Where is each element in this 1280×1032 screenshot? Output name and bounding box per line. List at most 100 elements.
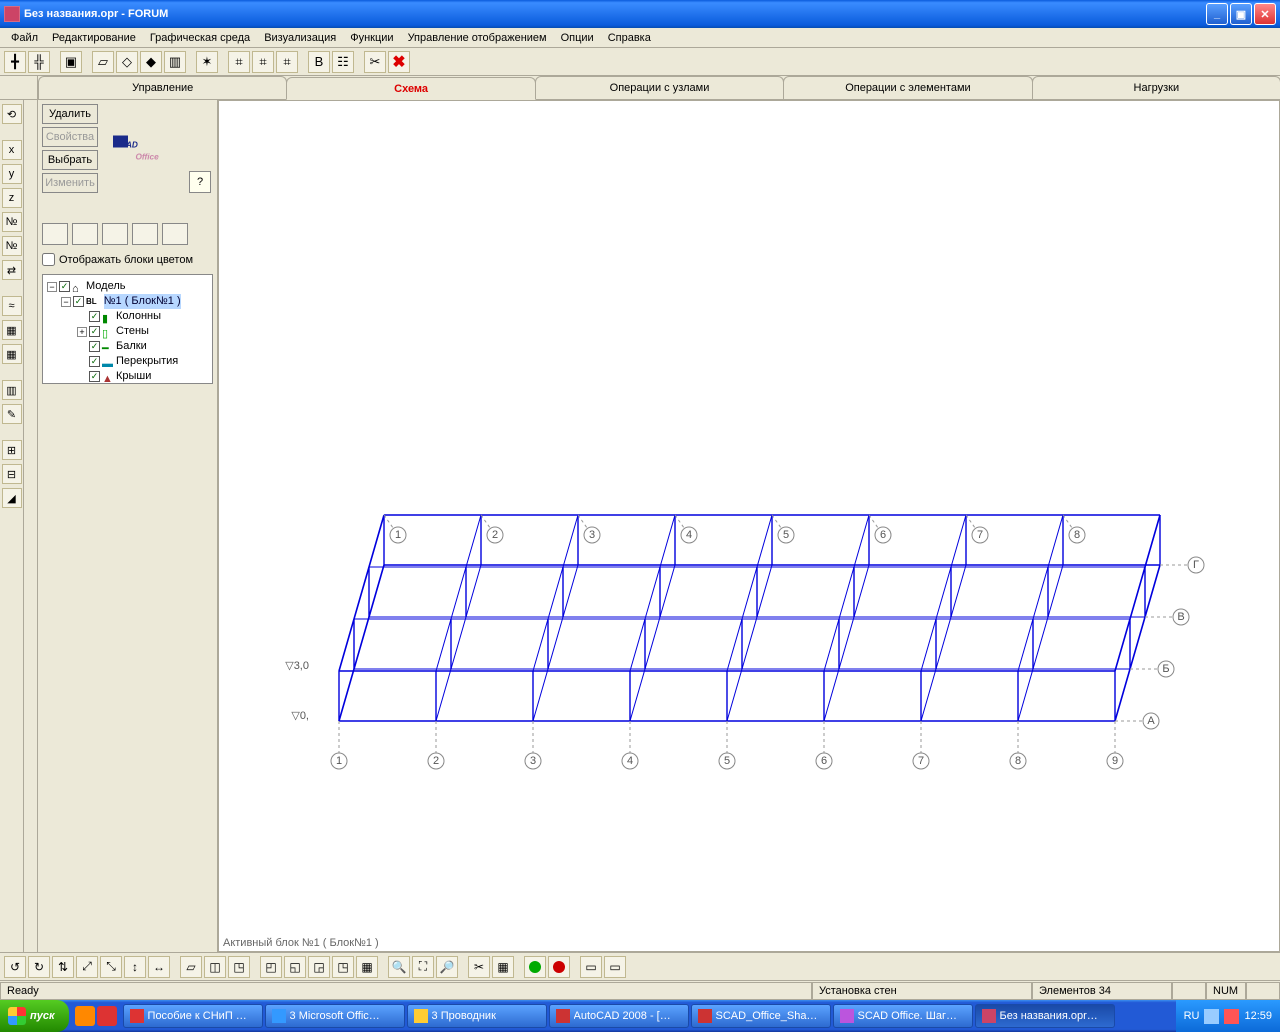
vtool-icon[interactable]: ⊞ <box>2 440 22 460</box>
view-icon[interactable]: ⤢ <box>76 956 98 978</box>
vtool-icon[interactable]: ⇄ <box>2 260 22 280</box>
menu-options[interactable]: Опции <box>554 30 601 46</box>
vtool-icon[interactable]: ✎ <box>2 404 22 424</box>
proj-icon[interactable]: ◳ <box>228 956 250 978</box>
menu-help[interactable]: Справка <box>601 30 658 46</box>
menu-edit[interactable]: Редактирование <box>45 30 143 46</box>
menu-display[interactable]: Управление отображением <box>401 30 554 46</box>
tab-nodes[interactable]: Операции с узлами <box>535 76 784 99</box>
tree-block[interactable]: №1 ( Блок№1 ) <box>104 294 181 309</box>
delete-button[interactable]: Удалить <box>42 104 98 124</box>
vtool-icon[interactable]: ⟲ <box>2 104 22 124</box>
tree-walls[interactable]: Стены <box>116 324 149 339</box>
proj-icon[interactable]: ◰ <box>260 956 282 978</box>
tool-tree-icon[interactable]: ☷ <box>332 51 354 73</box>
tool-block-icon[interactable]: B <box>308 51 330 73</box>
panel-tool-icon[interactable] <box>72 223 98 245</box>
reject-icon[interactable] <box>548 956 570 978</box>
view-icon[interactable]: ↻ <box>28 956 50 978</box>
clock[interactable]: 12:59 <box>1244 1010 1272 1022</box>
tool-grid2-icon[interactable]: ╬ <box>28 51 50 73</box>
tool-erase-icon[interactable]: ◇ <box>116 51 138 73</box>
vtool-icon[interactable]: x <box>2 140 22 160</box>
panel-tool-icon[interactable] <box>162 223 188 245</box>
tab-elements[interactable]: Операции с элементами <box>783 76 1032 99</box>
layer-icon[interactable]: ▭ <box>580 956 602 978</box>
tool-pointer-icon[interactable]: ▱ <box>92 51 114 73</box>
3d-viewport[interactable]: 12345678912345678АБВГ▽0,▽3,0 Активный бл… <box>218 100 1280 952</box>
ql-icon[interactable] <box>75 1006 95 1026</box>
proj-icon[interactable]: ◲ <box>308 956 330 978</box>
taskbar-task[interactable]: SCAD_Office_Sha… <box>691 1004 831 1028</box>
vtool-icon[interactable]: ▦ <box>2 320 22 340</box>
taskbar-task[interactable]: Пособие к СНиП … <box>123 1004 263 1028</box>
vtool-icon[interactable]: ◢ <box>2 488 22 508</box>
menu-file[interactable]: Файл <box>4 30 45 46</box>
model-tree[interactable]: −✓⌂Модель −✓BL №1 ( Блок№1 ) ✓▮Колонны +… <box>42 274 213 384</box>
zoom-out-icon[interactable]: 🔎 <box>436 956 458 978</box>
menu-graphics[interactable]: Графическая среда <box>143 30 257 46</box>
tool-fullscreen-icon[interactable]: ▣ <box>60 51 82 73</box>
tool-columns-icon[interactable]: ▥ <box>164 51 186 73</box>
tool-cancel-icon[interactable]: ✖ <box>388 51 410 73</box>
taskbar-task[interactable]: Без названия.opr… <box>975 1004 1115 1028</box>
system-tray[interactable]: RU 12:59 <box>1176 1000 1280 1032</box>
grid-icon[interactable]: ▦ <box>492 956 514 978</box>
tool-clear-icon[interactable]: ✂ <box>364 51 386 73</box>
tool-snap-icon[interactable]: ✶ <box>196 51 218 73</box>
help-button[interactable]: ? <box>189 171 211 193</box>
zoom-fit-icon[interactable]: ⛶ <box>412 956 434 978</box>
accept-icon[interactable] <box>524 956 546 978</box>
vtool-icon[interactable]: № <box>2 236 22 256</box>
ql-icon[interactable] <box>97 1006 117 1026</box>
zoom-in-icon[interactable]: 🔍 <box>388 956 410 978</box>
view-icon[interactable]: ↕ <box>124 956 146 978</box>
tree-slabs[interactable]: Перекрытия <box>116 354 178 369</box>
tool-erase2-icon[interactable]: ◆ <box>140 51 162 73</box>
vtool-icon[interactable]: y <box>2 164 22 184</box>
tree-root[interactable]: Модель <box>86 279 125 294</box>
color-blocks-checkbox[interactable]: Отображать блоки цветом <box>42 253 213 266</box>
tool-frame2-icon[interactable]: ⌗ <box>252 51 274 73</box>
taskbar-task[interactable]: SCAD Office. Шаг… <box>833 1004 973 1028</box>
taskbar-task[interactable]: 3 Проводник <box>407 1004 547 1028</box>
tool-grid-icon[interactable]: ╋ <box>4 51 26 73</box>
proj-icon[interactable]: ▦ <box>356 956 378 978</box>
view-icon[interactable]: ⇅ <box>52 956 74 978</box>
view-icon[interactable]: ⤡ <box>100 956 122 978</box>
view-icon[interactable]: ↔ <box>148 956 170 978</box>
proj-icon[interactable]: ◱ <box>284 956 306 978</box>
minimize-button[interactable]: _ <box>1206 3 1228 25</box>
maximize-button[interactable]: ▣ <box>1230 3 1252 25</box>
panel-tool-icon[interactable] <box>132 223 158 245</box>
vtool-icon[interactable]: ▦ <box>2 344 22 364</box>
tray-icon[interactable] <box>1224 1009 1239 1024</box>
vtool-icon[interactable]: ▥ <box>2 380 22 400</box>
tree-beams[interactable]: Балки <box>116 339 147 354</box>
cut-icon[interactable]: ✂ <box>468 956 490 978</box>
vtool-icon[interactable]: ≈ <box>2 296 22 316</box>
taskbar-task[interactable]: 3 Microsoft Offic… <box>265 1004 405 1028</box>
view-icon[interactable]: ↺ <box>4 956 26 978</box>
menu-functions[interactable]: Функции <box>343 30 400 46</box>
menu-visualization[interactable]: Визуализация <box>257 30 343 46</box>
lang-indicator[interactable]: RU <box>1184 1010 1200 1022</box>
start-button[interactable]: пуск <box>0 1000 69 1032</box>
vtool-icon[interactable]: № <box>2 212 22 232</box>
tool-frame1-icon[interactable]: ⌗ <box>228 51 250 73</box>
tray-icon[interactable] <box>1204 1009 1219 1024</box>
tab-loads[interactable]: Нагрузки <box>1032 76 1280 99</box>
proj-icon[interactable]: ▱ <box>180 956 202 978</box>
tab-scheme[interactable]: Схема <box>286 77 535 100</box>
proj-icon[interactable]: ◳ <box>332 956 354 978</box>
tab-control[interactable]: Управление <box>38 76 287 99</box>
proj-icon[interactable]: ◫ <box>204 956 226 978</box>
tree-columns[interactable]: Колонны <box>116 309 161 324</box>
panel-tool-icon[interactable] <box>42 223 68 245</box>
vtool-icon[interactable]: ⊟ <box>2 464 22 484</box>
tree-roofs[interactable]: Крыши <box>116 369 151 384</box>
taskbar-task[interactable]: AutoCAD 2008 - [… <box>549 1004 689 1028</box>
close-button[interactable]: ✕ <box>1254 3 1276 25</box>
layer-icon[interactable]: ▭ <box>604 956 626 978</box>
panel-tool-icon[interactable] <box>102 223 128 245</box>
